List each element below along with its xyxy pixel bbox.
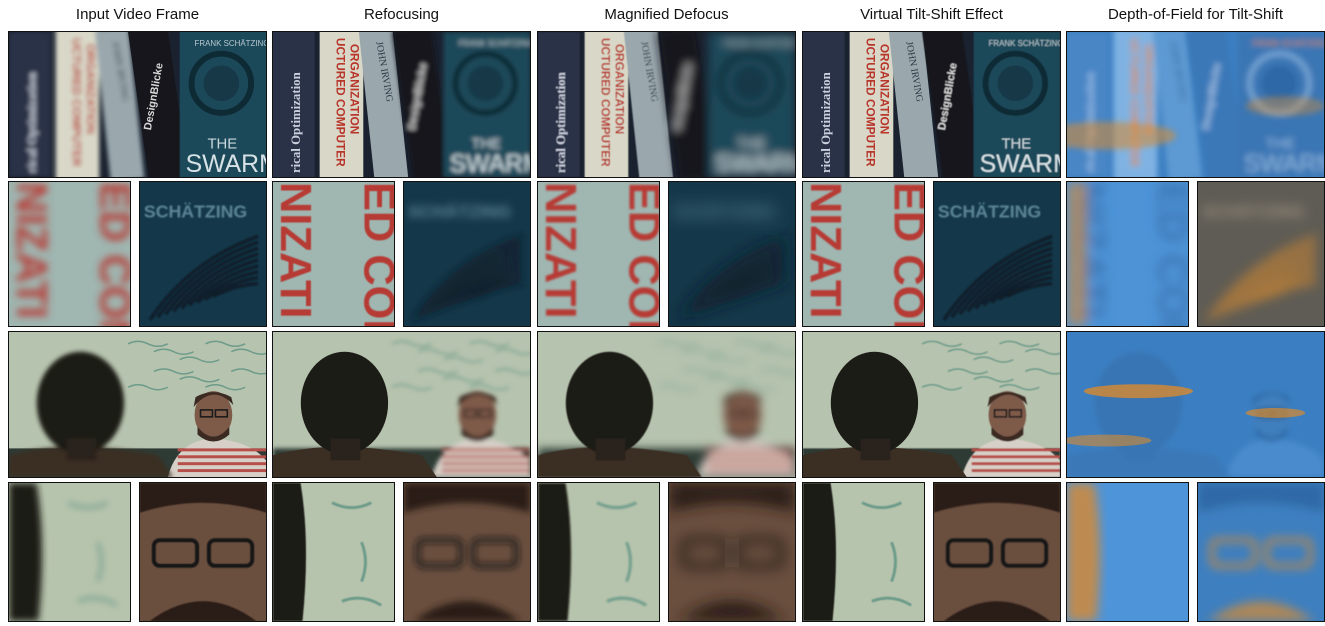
books-frame-magnified: rical Optimization UCTURED COMPUTER ORGANI… — [537, 31, 796, 178]
svg-text:SCHÄTZING: SCHÄTZING — [144, 201, 247, 221]
svg-text:SCHÄTZING: SCHÄTZING — [673, 201, 776, 221]
svg-text:SWARM: SWARM — [715, 151, 795, 177]
crop-right-input — [139, 482, 267, 622]
figure-grid: rical Optimization UCTURED COMPUTER ORGANI… — [0, 0, 1325, 626]
crop-left-magnified — [537, 482, 660, 622]
svg-text:rical Optimization: rical Optimization — [819, 72, 833, 173]
svg-text:THE: THE — [207, 136, 237, 152]
svg-text:SWARM: SWARM — [980, 151, 1060, 177]
crop-right-magnified — [668, 482, 796, 622]
svg-text:SCHÄTZING: SCHÄTZING — [408, 201, 511, 221]
crop-left-tiltshift — [802, 482, 925, 622]
svg-text:SWARM: SWARM — [1244, 151, 1324, 177]
svg-text:rical Optimization: rical Optimization — [25, 72, 39, 173]
svg-text:SWARM: SWARM — [450, 151, 530, 177]
crop-left-input — [8, 482, 131, 622]
books-frame-refocus: rical Optimization UCTURED COMPUTER ORGANI… — [272, 31, 531, 178]
svg-text:FRANK SCHÄTZING: FRANK SCHÄTZING — [724, 39, 795, 48]
office-frame-magnified — [537, 331, 796, 478]
crop-right-tiltshift: SCHÄTZING — [933, 181, 1061, 327]
crop-left-dof: ED CONNIZATI — [1066, 181, 1189, 327]
svg-text:FRANK SCHÄTZING: FRANK SCHÄTZING — [195, 39, 266, 48]
svg-text:FRANK SCHÄTZING: FRANK SCHÄTZING — [1253, 39, 1324, 48]
svg-text:rical Optimization: rical Optimization — [554, 72, 568, 173]
svg-text:SWARM: SWARM — [186, 151, 266, 177]
svg-text:NIZATI: NIZATI — [538, 182, 584, 319]
books-frame-input: rical Optimization UCTURED COMPUTER ORGANI… — [8, 31, 267, 178]
office-frame-dof — [1066, 331, 1325, 478]
svg-text:UCTURED COMPUTER: UCTURED COMPUTER — [69, 38, 83, 167]
svg-text:SCHÄTZING: SCHÄTZING — [1202, 201, 1305, 221]
svg-text:UCTURED COMPUTER: UCTURED COMPUTER — [863, 38, 877, 167]
crop-left-dof — [1066, 482, 1189, 622]
crop-left-refocus — [272, 482, 395, 622]
crop-left-tiltshift: ED CON NIZATI — [802, 181, 925, 327]
svg-text:NIZATI: NIZATI — [273, 182, 319, 319]
crop-right-dof — [1197, 482, 1325, 622]
column-title-tiltshift: Virtual Tilt-Shift Effect — [860, 6, 1003, 23]
svg-text:UCTURED COMPUTER: UCTURED COMPUTER — [333, 38, 347, 167]
column-title-input: Input Video Frame — [75, 6, 200, 23]
svg-text:ORGANIZATION: ORGANIZATION — [877, 44, 891, 134]
svg-text:ED CON: ED CON — [91, 182, 130, 326]
crop-right-tiltshift — [933, 482, 1061, 622]
svg-text:THE: THE — [1001, 136, 1031, 152]
office-frame-tiltshift — [802, 331, 1061, 478]
svg-text:ORGANIZATION: ORGANIZATION — [612, 44, 626, 134]
column-title-magnified: Magnified Defocus — [604, 6, 729, 23]
crop-right-refocus — [403, 482, 531, 622]
crop-right-input: SCHÄTZING — [139, 181, 267, 327]
column-title-dof: Depth-of-Field for Tilt-Shift — [1107, 6, 1284, 23]
svg-text:ED CON: ED CON — [1149, 182, 1188, 326]
office-frame-input — [8, 331, 267, 478]
svg-text:UCTURED COMPUTER: UCTURED COMPUTER — [598, 38, 612, 167]
books-frame-dof: rical OptimizationUCTURED COMPUTERORGANI… — [1066, 31, 1325, 178]
crop-left-refocus: ED CON NIZATI — [272, 181, 395, 327]
crop-right-magnified: SCHÄTZING — [668, 181, 796, 327]
svg-text:FRANK SCHÄTZING: FRANK SCHÄTZING — [459, 39, 530, 48]
svg-text:ED CON: ED CON — [355, 182, 394, 326]
crop-left-magnified: ED CON NIZATI — [537, 181, 660, 327]
svg-text:NIZATI: NIZATI — [9, 182, 55, 319]
svg-text:THE: THE — [471, 136, 501, 152]
crop-right-refocus: SCHÄTZING — [403, 181, 531, 327]
svg-text:THE: THE — [736, 136, 766, 152]
svg-text:ED CON: ED CON — [620, 182, 659, 326]
svg-text:ORGANIZATION: ORGANIZATION — [83, 44, 97, 134]
column-title-refocus: Refocusing — [363, 6, 440, 23]
svg-text:SCHÄTZING: SCHÄTZING — [938, 201, 1041, 221]
svg-text:NIZATI: NIZATI — [803, 182, 849, 319]
svg-text:rical Optimization: rical Optimization — [289, 72, 303, 173]
crop-left-input: ED CON NIZATI — [8, 181, 131, 327]
svg-text:ORGANIZATION: ORGANIZATION — [1141, 44, 1155, 134]
svg-text:FRANK SCHÄTZING: FRANK SCHÄTZING — [989, 39, 1060, 48]
svg-text:ED CON: ED CON — [885, 182, 924, 326]
svg-text:THE: THE — [1265, 136, 1295, 152]
office-frame-refocus — [272, 331, 531, 478]
svg-text:ORGANIZATION: ORGANIZATION — [347, 44, 361, 134]
books-frame-tiltshift: rical Optimization UCTURED COMPUTER ORGANI… — [802, 31, 1061, 178]
crop-right-dof: SCHÄTZING — [1197, 181, 1325, 327]
